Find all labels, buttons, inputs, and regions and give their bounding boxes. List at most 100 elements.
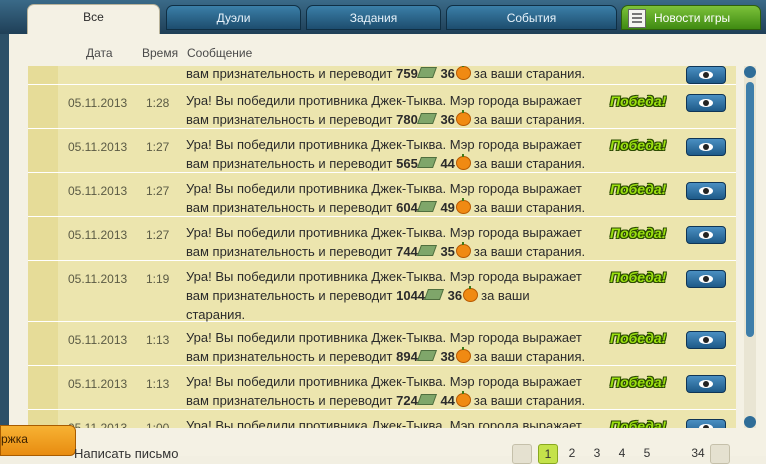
pumpkin-amount: 49 [440,200,455,215]
message-line: Ура! Вы победили противника Джек-Тыква. … [186,269,582,284]
view-duel-button[interactable] [686,66,726,84]
message-date: 05.11.2013 [68,272,128,286]
tab-events[interactable]: События [446,5,617,30]
message-date: 05.11.2013 [68,184,128,198]
message-row: 05.11.2013 1:00 Ура! Вы победили противник… [28,410,736,428]
message-row: 05.11.2013 1:19 Ура! Вы победили противник… [28,261,736,322]
column-message: Сообщение [187,46,253,60]
eye-icon [699,380,713,388]
newspaper-icon [628,9,646,28]
scroll-up-button[interactable] [744,66,756,78]
page-4[interactable]: 4 [614,444,630,462]
money-icon [416,245,437,256]
pumpkin-icon [455,154,471,170]
money-amount: 1044 [396,288,426,303]
message-time: 1:13 [146,377,170,391]
message-line-text: за ваши старания. [473,66,586,81]
message-list: вам признательность и переводит 759 36 за… [28,66,736,428]
message-line: Ура! Вы победили противника Джек-Тыква. … [186,330,582,345]
message-line: Ура! Вы победили противника Джек-Тыква. … [186,374,582,389]
view-duel-button[interactable] [686,94,726,112]
message-reward-line: вам признательность и переводит 724 44 за… [186,391,606,410]
eye-icon [699,143,713,151]
message-reward-line: вам признательность и переводит 744 35 за… [186,242,606,261]
message-date: 05.11.2013 [68,333,128,347]
page-34[interactable]: 34 [688,444,708,462]
pager-prev-button[interactable] [512,444,532,464]
page-1[interactable]: 1 [538,444,558,464]
message-row: вам признательность и переводит 759 36 за… [28,66,736,85]
message-line-text: вам признательность и переводит [186,244,393,259]
money-amount: 759 [396,66,418,81]
column-date: Дата [86,46,113,60]
message-row: 05.11.2013 1:27 Ура! Вы победили противник… [28,217,736,261]
write-letter-link[interactable]: Написать письмо [74,446,178,461]
money-icon [416,394,437,405]
message-row: 05.11.2013 1:13 Ура! Вы победили противник… [28,366,736,410]
view-duel-button[interactable] [686,138,726,156]
message-text: Ура! Вы победили противника Джек-Тыква. … [186,91,606,129]
message-line-text: за ваши [481,288,530,303]
scrollbar[interactable] [744,66,756,428]
tab-game-news-label: Новости игры [654,11,731,25]
pumpkin-amount: 36 [447,288,463,303]
eye-icon [699,231,713,239]
pumpkin-icon [455,391,471,407]
money-amount: 894 [396,349,418,364]
message-line: Ура! Вы победили противника Джек-Тыква. … [186,181,582,196]
column-time: Время [142,46,179,60]
message-line-text: за ваши старания. [473,393,586,408]
message-text: Ура! Вы победили противника Джек-Тыква. … [186,328,606,366]
scroll-down-button[interactable] [744,416,756,428]
message-reward-line: вам признательность и переводит 894 38 за… [186,347,606,366]
pumpkin-amount: 36 [440,112,455,127]
view-duel-button[interactable] [686,375,726,393]
page-2[interactable]: 2 [564,444,580,462]
pumpkin-icon [455,110,471,126]
message-text: Ура! Вы победили противника Джек-Тыква. … [186,223,606,261]
message-row: 05.11.2013 1:13 Ура! Вы победили противник… [28,322,736,366]
message-date: 05.11.2013 [68,140,128,154]
money-amount: 565 [396,156,418,171]
victory-label: Победа! [610,418,667,428]
view-duel-button[interactable] [686,270,726,288]
money-icon [416,113,437,124]
message-text: Ура! Вы победили противника Джек-Тыква. … [186,179,606,217]
eye-icon [699,336,713,344]
view-duel-button[interactable] [686,226,726,244]
row-marker [28,85,58,128]
message-line-text: за ваши старания. [473,112,586,127]
page-5[interactable]: 5 [639,444,655,462]
eye-icon [699,99,713,107]
row-marker [28,217,58,260]
victory-label: Победа! [610,93,667,109]
message-line: Ура! Вы победили противника Джек-Тыква. … [186,137,582,152]
money-icon [416,350,437,361]
money-amount: 604 [396,200,418,215]
pager-next-button[interactable] [710,444,730,464]
view-duel-button[interactable] [686,182,726,200]
tab-duels[interactable]: Дуэли [166,5,301,30]
scroll-thumb[interactable] [746,82,754,337]
view-duel-button[interactable] [686,419,726,428]
view-duel-button[interactable] [686,331,726,349]
message-time: 1:27 [146,140,170,154]
money-amount: 724 [396,393,418,408]
message-text: вам признательность и переводит 759 36 за… [186,66,606,83]
message-line-text: вам признательность и переводит [186,349,393,364]
tab-quests[interactable]: Задания [306,5,441,30]
page-3[interactable]: 3 [589,444,605,462]
left-border [0,34,9,456]
message-date: 05.11.2013 [68,421,128,428]
row-marker [28,173,58,216]
message-reward-line: вам признательность и переводит 1044 36 з… [186,286,606,305]
eye-icon [699,187,713,195]
money-icon [424,289,445,300]
message-row: 05.11.2013 1:27 Ура! Вы победили противник… [28,129,736,173]
message-date: 05.11.2013 [68,228,128,242]
tab-all[interactable]: Все [27,4,160,36]
tab-game-news[interactable]: Новости игры [621,5,761,30]
support-button[interactable]: ржка [0,425,76,456]
message-reward-line: вам признательность и переводит 565 44 за… [186,154,606,173]
message-reward-line: вам признательность и переводит 780 36 за… [186,110,606,129]
